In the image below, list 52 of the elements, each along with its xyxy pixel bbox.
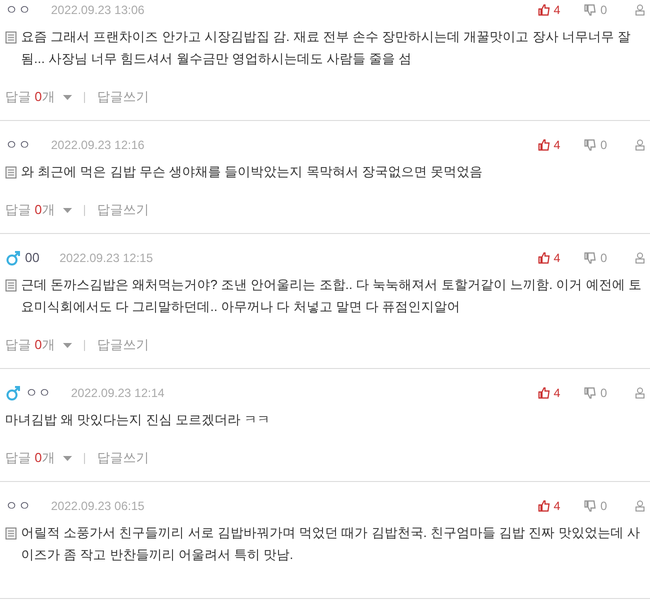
- thumbs-down-icon[interactable]: [584, 139, 596, 151]
- thumbs-up-icon[interactable]: [538, 500, 550, 512]
- write-reply-link[interactable]: 답글쓰기: [96, 88, 149, 106]
- write-reply-link[interactable]: 답글쓰기: [96, 336, 149, 354]
- write-reply-link[interactable]: 답글쓰기: [96, 449, 149, 467]
- comment-text: 와 최근에 먹은 김밥 무슨 생야채를 들이박았는지 목막혀서 장국없으면 못먹었음: [21, 163, 483, 181]
- like-count: 4: [554, 137, 560, 154]
- nickname[interactable]: ㅇㅇ: [5, 496, 31, 516]
- thumbs-down-icon[interactable]: [584, 4, 596, 16]
- nickname[interactable]: ㅇㅇ: [5, 135, 31, 155]
- report-icon[interactable]: [635, 500, 645, 512]
- nickname[interactable]: ㅇㅇ: [5, 0, 31, 20]
- like-count: 4: [554, 250, 560, 267]
- nickname[interactable]: ㅇㅇ: [25, 383, 51, 403]
- caret-icon[interactable]: [62, 342, 72, 348]
- thumbs-down-icon[interactable]: [584, 252, 596, 264]
- comment-text: 마녀김밥 왜 맛있다는지 진심 모르겠더라 ㅋㅋ: [5, 411, 270, 429]
- reply-count-link[interactable]: 답글 0개: [5, 201, 55, 219]
- dislike-count: 0: [600, 498, 607, 515]
- nickname[interactable]: 00: [25, 248, 40, 268]
- comment-text: 근데 돈까스김밥은 왜처먹는거야? 조낸 안어울리는 조합.. 다 눅눅해져서 토할거같이 느끼함. 이거 예전에 토요미식회에서도 다 그리말하던데.. 아무꺼나 다 처넣고 말면 다 퓨점인지알어: [21, 276, 642, 316]
- comment-date: 2022.09.23 12:16: [51, 137, 144, 154]
- report-icon[interactable]: [635, 4, 645, 16]
- thumbs-up-icon[interactable]: [538, 4, 550, 16]
- thumbs-up-icon[interactable]: [538, 139, 550, 151]
- caret-icon[interactable]: [62, 456, 72, 460]
- report-icon[interactable]: [635, 252, 645, 264]
- report-icon[interactable]: [635, 139, 645, 151]
- comment-text: 어릴적 소풍가서 친구들끼리 서로 김밥바꿔가며 먹었던 때가 김밥천국. 친구엄마들 김밥 진짜 맛있었는데 사이즈가 좀 작고 반찬들끼리 어울려서 특히 맛남.: [21, 524, 641, 564]
- comment-date: 2022.09.23 12:15: [59, 250, 153, 267]
- like-count: 4: [554, 385, 560, 402]
- thumbs-up-icon[interactable]: [538, 252, 550, 264]
- report-icon[interactable]: [635, 387, 645, 399]
- thumbs-down-icon[interactable]: [584, 500, 596, 512]
- dislike-count: 0: [600, 2, 607, 19]
- like-count: 4: [554, 498, 560, 515]
- thumbs-up-icon[interactable]: [538, 387, 550, 399]
- like-count: 4: [554, 2, 560, 19]
- caret-icon[interactable]: [62, 208, 72, 212]
- thumbs-down-icon[interactable]: [584, 387, 596, 399]
- write-reply-link[interactable]: 답글쓰기: [96, 201, 149, 219]
- reply-count-link[interactable]: 답글 0개: [5, 449, 55, 467]
- dislike-count: 0: [600, 385, 607, 402]
- comment-text: 요즘 그래서 프랜차이즈 안가고 시장김밥집 감. 재료 전부 손수 장만하시는데 개꿀맛이고 장사 너무너무 잘됨... 사장님 너무 힘드셔서 월수금만 영업하시는데도 사람들 줄을 섬: [21, 28, 632, 68]
- reply-count-link[interactable]: 답글 0개: [5, 88, 55, 106]
- caret-icon[interactable]: [62, 94, 72, 100]
- comment-date: 2022.09.23 06:15: [51, 498, 144, 515]
- comment-date: 2022.09.23 12:14: [71, 385, 164, 402]
- comment-date: 2022.09.23 13:06: [51, 2, 144, 19]
- dislike-count: 0: [600, 137, 607, 154]
- dislike-count: 0: [600, 250, 607, 267]
- reply-count-link[interactable]: 답글 0개: [5, 336, 55, 354]
